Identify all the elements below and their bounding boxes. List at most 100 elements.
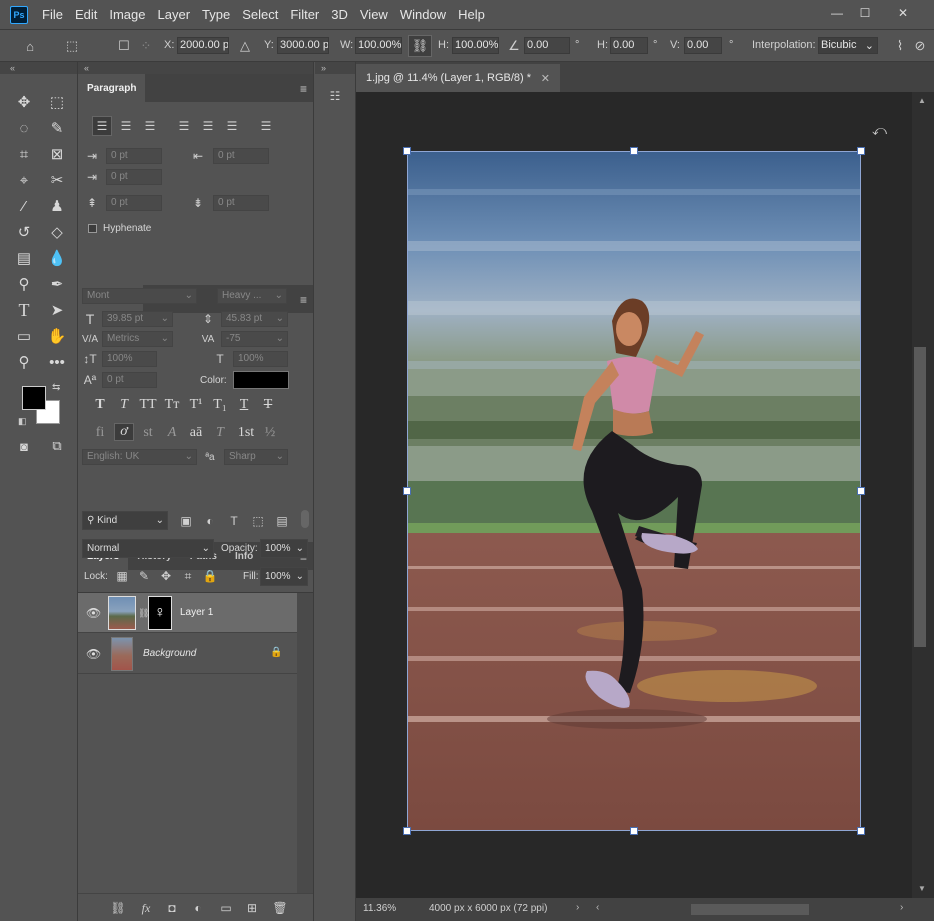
vskew-field[interactable]: 0.00	[684, 37, 722, 54]
menu-edit[interactable]: Edit	[75, 7, 97, 22]
close-tab-icon[interactable]: ✕	[541, 72, 550, 85]
first-line-indent-field[interactable]: 0 pt	[106, 169, 162, 185]
contextual-alternates-button[interactable]: st	[138, 425, 158, 441]
indent-right-field[interactable]: 0 pt	[213, 148, 269, 164]
lock-transparent-icon[interactable]: ▦	[112, 568, 132, 584]
pen-tool-icon[interactable]: ✒	[46, 274, 68, 294]
justify-right-icon[interactable]: ☰	[222, 118, 242, 134]
space-after-field[interactable]: 0 pt	[213, 195, 269, 211]
filter-type-icon[interactable]: T	[224, 513, 244, 529]
minimize-icon[interactable]: —	[824, 4, 850, 22]
eraser-tool-icon[interactable]: ◇	[46, 222, 68, 242]
h-field[interactable]: 100.00%	[452, 37, 499, 54]
justify-center-icon[interactable]: ☰	[198, 118, 218, 134]
horizontal-scale-field[interactable]: 100%	[233, 351, 288, 367]
frame-tool-icon[interactable]: ⊠	[46, 144, 68, 164]
hskew-field[interactable]: 0.00	[610, 37, 648, 54]
font-size-field[interactable]: 39.85 pt ⌄	[102, 311, 173, 327]
marquee-tool-icon[interactable]: ⬚	[46, 92, 68, 112]
visibility-eye-icon[interactable]: 👁	[86, 606, 101, 620]
transform-handle-top-left[interactable]	[403, 147, 411, 155]
small-caps-button[interactable]: Tт	[162, 397, 182, 413]
menu-view[interactable]: View	[360, 7, 388, 22]
layer-row-layer-1[interactable]: 👁 ⛓ ♀ Layer 1	[78, 593, 297, 633]
underline-button[interactable]: T	[234, 397, 254, 413]
properties-sliders-icon[interactable]: ☷	[325, 88, 345, 104]
link-layers-icon[interactable]: ⛓	[108, 900, 128, 916]
document-tab[interactable]: 1.jpg @ 11.4% (Layer 1, RGB/8) * ✕	[356, 64, 560, 92]
close-icon[interactable]: ✕	[890, 4, 916, 22]
lasso-tool-icon[interactable]: ◌	[13, 118, 35, 138]
transform-handle-middle-right[interactable]	[857, 487, 865, 495]
filter-toggle[interactable]	[301, 510, 309, 528]
layer-name[interactable]: Layer 1	[180, 607, 213, 618]
zoom-level[interactable]: 11.36%	[363, 903, 396, 914]
filter-shape-icon[interactable]: ⬚	[248, 513, 268, 529]
hand-tool-icon[interactable]: ✋	[46, 326, 68, 346]
all-caps-button[interactable]: TT	[138, 397, 158, 413]
tools-collapse-icon[interactable]: «	[0, 62, 77, 74]
new-layer-icon[interactable]: ⊞	[242, 900, 262, 916]
visibility-eye-icon[interactable]: 👁	[86, 647, 101, 661]
space-before-field[interactable]: 0 pt	[106, 195, 162, 211]
healing-tool-icon[interactable]: ✂	[46, 170, 68, 190]
layer-name[interactable]: Background	[143, 648, 196, 659]
swash-button[interactable]: A	[162, 425, 182, 441]
menu-type[interactable]: Type	[202, 7, 230, 22]
transform-bounding-box[interactable]	[407, 151, 861, 831]
vertical-scroll-thumb[interactable]	[914, 347, 926, 647]
interpolation-select[interactable]: Bicubic ⌄	[818, 37, 878, 54]
hyphenate-checkbox[interactable]	[88, 224, 97, 233]
horizontal-scroll-thumb[interactable]	[691, 904, 809, 915]
tab-paragraph[interactable]: Paragraph	[78, 74, 146, 102]
layer-mask-thumbnail[interactable]: ♀	[148, 596, 172, 630]
scroll-right-icon[interactable]: ›	[900, 902, 903, 913]
foreground-color-swatch[interactable]	[22, 386, 46, 410]
align-left-icon[interactable]: ☰	[92, 116, 112, 136]
lock-position-icon[interactable]: ✥	[156, 568, 176, 584]
scroll-down-icon[interactable]: ▼	[918, 884, 926, 893]
screen-mode-icon[interactable]: ⧉	[46, 436, 68, 456]
blur-tool-icon[interactable]: 💧	[46, 248, 68, 268]
faux-bold-button[interactable]: T	[90, 397, 110, 413]
eyedropper-tool-icon[interactable]: ⌖	[13, 170, 35, 190]
text-color-swatch[interactable]	[233, 371, 289, 389]
w-field[interactable]: 100.00%	[355, 37, 402, 54]
superscript-button[interactable]: T¹	[186, 397, 206, 413]
layer-row-background[interactable]: 👁 Background 🔒	[78, 634, 297, 674]
transform-tool-icon[interactable]: ⬚	[64, 38, 80, 54]
filter-adjustment-icon[interactable]: ◐	[200, 513, 220, 529]
path-select-tool-icon[interactable]: ➤	[46, 300, 68, 320]
fill-field[interactable]: 100% ⌄	[260, 567, 308, 586]
menu-layer[interactable]: Layer	[158, 7, 191, 22]
layers-scrollbar[interactable]	[297, 593, 313, 893]
lock-all-icon[interactable]: 🔒	[200, 568, 220, 584]
subscript-button[interactable]: T₁	[210, 397, 230, 413]
faux-italic-button[interactable]: T	[114, 397, 134, 413]
dodge-tool-icon[interactable]: ⚲	[13, 274, 35, 294]
vertical-scale-field[interactable]: 100%	[102, 351, 157, 367]
rectangle-tool-icon[interactable]: ▭	[13, 326, 35, 346]
scroll-up-icon[interactable]: ▲	[918, 96, 926, 105]
language-select[interactable]: English: UK ⌄	[82, 449, 197, 465]
indent-left-field[interactable]: 0 pt	[106, 148, 162, 164]
blend-mode-select[interactable]: Normal ⌄	[82, 539, 214, 558]
menu-help[interactable]: Help	[458, 7, 485, 22]
transform-handle-top-right[interactable]	[857, 147, 865, 155]
new-group-icon[interactable]: ▭	[216, 900, 236, 916]
gradient-tool-icon[interactable]: ▤	[13, 248, 35, 268]
align-center-icon[interactable]: ☰	[116, 118, 136, 134]
filter-smart-object-icon[interactable]: ▤	[272, 513, 292, 529]
transform-handle-bottom-center[interactable]	[630, 827, 638, 835]
home-icon[interactable]: ⌂	[22, 38, 38, 54]
swap-colors-icon[interactable]: ⇆	[52, 382, 60, 393]
menu-select[interactable]: Select	[242, 7, 278, 22]
default-colors-icon[interactable]: ◧	[18, 416, 27, 427]
scroll-left-icon[interactable]: ‹	[596, 902, 599, 913]
ordinals-button[interactable]: 1st	[236, 425, 256, 441]
ligatures-button[interactable]: fi	[90, 425, 110, 441]
menu-image[interactable]: Image	[109, 7, 145, 22]
kerning-field[interactable]: Metrics ⌄	[102, 331, 173, 347]
document-info[interactable]: 4000 px x 6000 px (72 ppi)	[429, 903, 547, 914]
antialias-select[interactable]: Sharp ⌄	[224, 449, 288, 465]
